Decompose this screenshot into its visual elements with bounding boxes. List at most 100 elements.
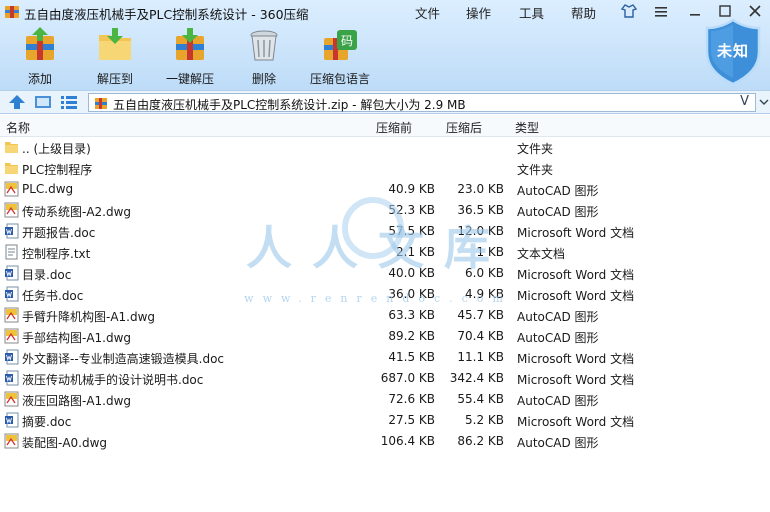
file-name: 装配图-A0.dwg (22, 436, 108, 450)
file-packed-size: 52.3 KB (388, 203, 435, 217)
badge-text: 未知 (716, 42, 749, 60)
extract-to-button[interactable]: 解压到 (83, 26, 147, 86)
delete-button[interactable]: 删除 (232, 26, 296, 86)
file-row[interactable]: PLC控制程序 文件夹 (0, 158, 770, 179)
file-row[interactable]: 开题报告.doc 57.5 KB 12.0 KB Microsoft Word 文档 (0, 221, 770, 242)
column-headers: 名称 压缩前 压缩后 类型 (0, 115, 770, 137)
file-row[interactable]: 目录.doc 40.0 KB 6.0 KB Microsoft Word 文档 (0, 263, 770, 284)
file-type: AutoCAD 图形 (517, 184, 599, 198)
settings-menu-icon[interactable] (652, 2, 670, 20)
file-name: 液压回路图-A1.dwg (22, 394, 132, 408)
one-click-extract-button[interactable]: 一键解压 (158, 26, 222, 86)
word-doc-icon (4, 349, 19, 365)
up-arrow-icon[interactable] (8, 94, 26, 110)
file-row[interactable]: PLC.dwg 40.9 KB 23.0 KB AutoCAD 图形 (0, 179, 770, 200)
address-path: 五自由度液压机械手及PLC控制系统设计.zip - 解包大小为 2.9 MB (113, 98, 466, 112)
file-unpacked-size: 23.0 KB (457, 182, 504, 196)
archive-language-button[interactable]: 码 压缩包语言 (306, 26, 374, 86)
file-packed-size: 41.5 KB (388, 350, 435, 364)
file-name: 传动系统图-A2.dwg (22, 205, 132, 219)
word-doc-icon (4, 370, 19, 386)
file-row[interactable]: 装配图-A0.dwg 106.4 KB 86.2 KB AutoCAD 图形 (0, 431, 770, 452)
file-unpacked-size: 36.5 KB (457, 203, 504, 217)
file-type: 文本文档 (517, 247, 566, 261)
file-row[interactable]: 液压回路图-A1.dwg 72.6 KB 55.4 KB AutoCAD 图形 (0, 389, 770, 410)
collapse-arrow-icon[interactable] (758, 91, 770, 113)
file-unpacked-size: 70.4 KB (457, 329, 504, 343)
menu-operation[interactable]: 操作 (466, 3, 491, 22)
file-type: Microsoft Word 文档 (517, 352, 635, 366)
word-doc-icon (4, 286, 19, 302)
app-logo-icon (5, 6, 19, 18)
file-type: 文件夹 (517, 163, 554, 177)
file-type: Microsoft Word 文档 (517, 268, 635, 282)
archive-language-icon: 码 (324, 30, 357, 60)
title-bar: 五自由度液压机械手及PLC控制系统设计 - 360压缩 文件 操作 工具 帮助 (0, 0, 770, 24)
file-name: 手臂升降机构图-A1.dwg (22, 310, 156, 324)
dwg-file-icon (4, 391, 19, 407)
file-row[interactable]: 手臂升降机构图-A1.dwg 63.3 KB 45.7 KB AutoCAD 图形 (0, 305, 770, 326)
file-row[interactable]: 控制程序.txt 2.1 KB 1 KB 文本文档 (0, 242, 770, 263)
file-type: AutoCAD 图形 (517, 205, 599, 219)
file-row[interactable]: 摘要.doc 27.5 KB 5.2 KB Microsoft Word 文档 (0, 410, 770, 431)
file-unpacked-size: 55.4 KB (457, 392, 504, 406)
list-view-icon[interactable] (60, 94, 78, 110)
delete-button-label: 删除 (251, 72, 276, 86)
file-packed-size: 63.3 KB (388, 308, 435, 322)
column-packed-header[interactable]: 压缩前 (376, 119, 412, 136)
file-packed-size: 2.1 KB (396, 245, 435, 259)
dwg-file-icon (4, 181, 19, 197)
file-row[interactable]: 传动系统图-A2.dwg 52.3 KB 36.5 KB AutoCAD 图形 (0, 200, 770, 221)
file-packed-size: 57.5 KB (388, 224, 435, 238)
thumbnail-view-icon[interactable] (34, 94, 52, 110)
dwg-file-icon (4, 433, 19, 449)
address-row: 五自由度液压机械手及PLC控制系统设计.zip - 解包大小为 2.9 MB V (0, 90, 770, 114)
add-button-label: 添加 (27, 72, 52, 86)
file-unpacked-size: 12.0 KB (457, 224, 504, 238)
extract-to-icon (99, 28, 131, 60)
language-glyph: 码 (341, 34, 353, 48)
archive-language-button-label: 压缩包语言 (309, 72, 370, 86)
menu-help[interactable]: 帮助 (571, 3, 596, 22)
file-packed-size: 36.0 KB (388, 287, 435, 301)
file-unpacked-size: 11.1 KB (457, 350, 504, 364)
file-name: 开题报告.doc (22, 226, 96, 240)
security-status-badge[interactable]: 未知 (704, 18, 762, 86)
address-dropdown-icon[interactable]: V (740, 94, 749, 109)
add-button[interactable]: 添加 (8, 26, 72, 86)
window-title: 五自由度液压机械手及PLC控制系统设计 - 360压缩 (24, 7, 309, 22)
file-unpacked-size: 86.2 KB (457, 434, 504, 448)
file-unpacked-size: 45.7 KB (457, 308, 504, 322)
file-row[interactable]: 液压传动机械手的设计说明书.doc 687.0 KB 342.4 KB Microso… (0, 368, 770, 389)
skin-shirt-icon[interactable] (620, 2, 638, 20)
menu-file[interactable]: 文件 (415, 3, 440, 22)
file-packed-size: 687.0 KB (380, 371, 435, 385)
file-unpacked-size: 5.2 KB (465, 413, 504, 427)
top-toolbar-area: 五自由度液压机械手及PLC控制系统设计 - 360压缩 文件 操作 工具 帮助 (0, 0, 770, 90)
one-click-extract-button-label: 一键解压 (165, 72, 214, 86)
column-unpacked-header[interactable]: 压缩后 (446, 119, 482, 136)
column-name-header[interactable]: 名称 (6, 119, 30, 136)
column-type-header[interactable]: 类型 (515, 119, 539, 136)
file-type: AutoCAD 图形 (517, 331, 599, 345)
add-archive-icon (26, 27, 54, 60)
dwg-file-icon (4, 328, 19, 344)
folder-icon (4, 160, 19, 176)
file-name: 外文翻译--专业制造高速锻造模具.doc (22, 352, 225, 366)
file-unpacked-size: 1 KB (476, 245, 504, 259)
file-type: AutoCAD 图形 (517, 310, 599, 324)
one-click-extract-icon (176, 28, 204, 60)
file-row[interactable]: .. (上级目录) 文件夹 (0, 137, 770, 158)
file-packed-size: 106.4 KB (380, 434, 435, 448)
word-doc-icon (4, 265, 19, 281)
file-packed-size: 40.9 KB (388, 182, 435, 196)
file-row[interactable]: 任务书.doc 36.0 KB 4.9 KB Microsoft Word 文档 (0, 284, 770, 305)
folder-icon (4, 139, 19, 155)
minimize-icon[interactable] (686, 2, 704, 20)
file-row[interactable]: 手部结构图-A1.dwg 89.2 KB 70.4 KB AutoCAD 图形 (0, 326, 770, 347)
menu-tools[interactable]: 工具 (519, 3, 544, 22)
file-row[interactable]: 外文翻译--专业制造高速锻造模具.doc 41.5 KB 11.1 KB Micros… (0, 347, 770, 368)
address-bar[interactable]: 五自由度液压机械手及PLC控制系统设计.zip - 解包大小为 2.9 MB V (88, 93, 756, 112)
file-packed-size: 72.6 KB (388, 392, 435, 406)
zip-archive-icon (95, 98, 107, 109)
